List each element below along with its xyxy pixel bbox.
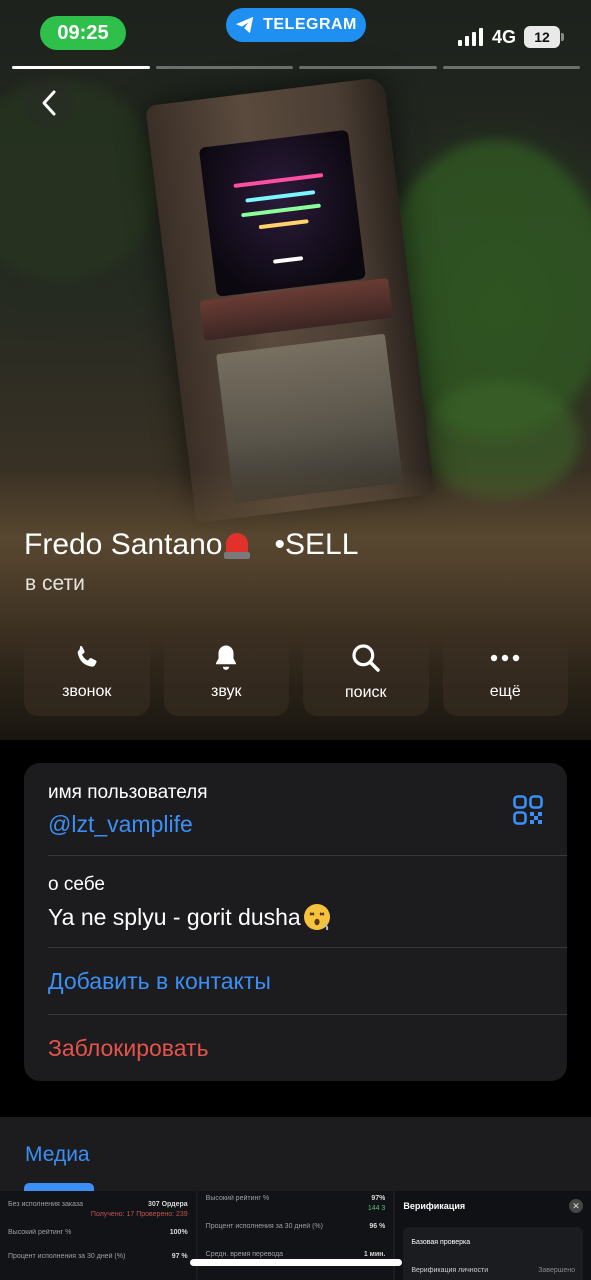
thumb-title: Верификация	[403, 1201, 466, 1211]
thumb-text: Верификация личности	[411, 1267, 489, 1274]
profile-name-suffix: •SELL	[274, 528, 359, 561]
block-row[interactable]: Заблокировать	[24, 1014, 567, 1081]
more-label: ещё	[489, 683, 521, 700]
profile-name-text: Fredo Santano	[24, 528, 223, 561]
action-bar: звонок звук поиск ещё	[24, 628, 568, 716]
home-indicator[interactable]	[190, 1259, 402, 1266]
username-label: имя пользователя	[48, 782, 208, 803]
add-contact-row[interactable]: Добавить в контакты	[24, 947, 567, 1014]
siren-emoji-icon	[224, 530, 251, 560]
status-time: 09:25	[40, 16, 126, 50]
thumb-text: Без исполнения заказа	[8, 1201, 84, 1208]
search-icon	[352, 644, 380, 672]
close-icon: ✕	[569, 1199, 584, 1213]
search-label: поиск	[345, 684, 387, 701]
info-card: имя пользователя @lzt_vamplife о себе Ya…	[24, 763, 567, 1081]
telegram-badge-label: TELEGRAM	[263, 16, 357, 33]
bio-label: о себе	[48, 874, 105, 895]
battery-icon: 12	[524, 26, 564, 48]
story-progress	[12, 66, 580, 69]
thumb-text: Высокий рейтинг %	[205, 1195, 270, 1202]
call-label: звонок	[62, 683, 112, 700]
thumb-value: 96 %	[369, 1223, 386, 1230]
profile-name: Fredo Santano •SELL	[24, 528, 358, 562]
phone-icon	[77, 645, 97, 667]
media-thumbnail[interactable]: Верификация ✕ Базовая проверка Верификац…	[395, 1191, 591, 1280]
time-text: 09:25	[57, 21, 109, 44]
thumb-value: 97 %	[171, 1253, 188, 1260]
signal-icon	[458, 28, 484, 46]
thumb-text: Базовая проверка	[411, 1239, 471, 1246]
media-section: Медиа Без исполнения заказа 307 Ордера По…	[0, 1117, 591, 1280]
bell-icon	[216, 645, 237, 670]
sound-label: звук	[211, 683, 242, 700]
thumb-text: Получено: 17 Проверено: 239	[90, 1211, 188, 1218]
thumb-value: 307 Ордера	[147, 1201, 188, 1208]
thumb-value: 97%	[371, 1195, 386, 1202]
media-grid: Без исполнения заказа 307 Ордера Получено…	[0, 1191, 591, 1280]
thumb-text: Высокий рейтинг %	[8, 1229, 72, 1236]
search-button[interactable]: поиск	[303, 628, 429, 716]
telegram-icon	[236, 16, 254, 34]
back-button[interactable]	[24, 78, 74, 128]
thumb-value: Завершено	[538, 1267, 576, 1274]
media-thumbnail[interactable]: Без исполнения заказа 307 Ордера Получено…	[0, 1191, 196, 1280]
bio-value: Ya ne splyu - gorit dusha	[48, 902, 332, 932]
battery-level: 12	[534, 29, 550, 45]
thumb-text: Процент исполнения за 30 дней (%)	[205, 1223, 323, 1230]
thumb-text: 144 3	[367, 1205, 386, 1212]
bio-text: Ya ne splyu - gorit dusha	[48, 903, 301, 930]
call-button[interactable]: звонок	[24, 628, 150, 716]
media-tab-label[interactable]: Медиа	[25, 1143, 90, 1167]
telegram-badge[interactable]: TELEGRAM	[226, 8, 366, 42]
network-type: 4G	[492, 27, 517, 47]
thumb-value: 1 мин.	[363, 1251, 386, 1258]
more-button[interactable]: ещё	[442, 628, 568, 716]
bio-row: о себе Ya ne splyu - gorit dusha	[24, 855, 567, 947]
thumb-text: Процент исполнения за 30 дней (%)	[8, 1253, 126, 1260]
more-icon	[491, 654, 520, 662]
media-thumbnail[interactable]: Высокий рейтинг % 97% 144 3 Процент испол…	[197, 1191, 394, 1280]
online-status: в сети	[25, 572, 85, 595]
dizzy-face-emoji-icon	[303, 904, 330, 931]
sound-button[interactable]: звук	[163, 628, 289, 716]
chevron-left-icon	[42, 90, 56, 116]
thumb-value: 100%	[169, 1229, 188, 1236]
username-row[interactable]: имя пользователя @lzt_vamplife	[24, 763, 567, 855]
qr-code-icon[interactable]	[513, 795, 543, 825]
add-contact-button[interactable]: Добавить в контакты	[48, 968, 271, 995]
block-button[interactable]: Заблокировать	[48, 1035, 209, 1062]
thumb-text: Средн. время перевода	[205, 1251, 284, 1258]
username-link[interactable]: @lzt_vamplife	[48, 811, 193, 838]
arcade-cabinet-image	[145, 76, 435, 524]
